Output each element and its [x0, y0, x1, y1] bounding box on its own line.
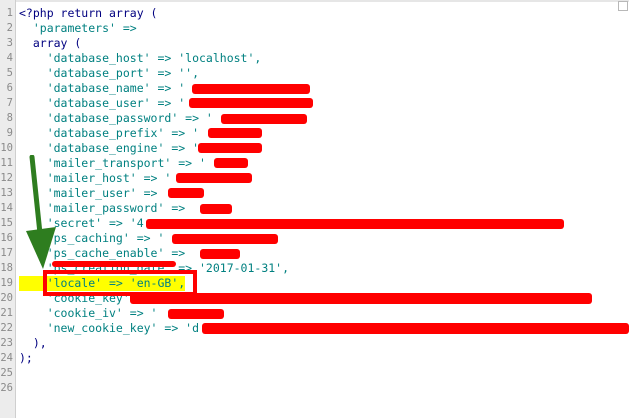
line-number: 7: [6, 97, 13, 109]
code-line: 23 ),: [0, 336, 629, 351]
code-line: 7 'database_user' => ': [0, 96, 629, 111]
annotation-arrow-icon: [26, 155, 56, 269]
code-line: 6 'database_name' => ': [0, 81, 629, 96]
redaction-mark: [221, 114, 307, 124]
redaction-mark: [202, 323, 629, 334]
line-number: 12: [0, 172, 13, 184]
code-line: 14 'mailer_password' =>: [0, 201, 629, 216]
redaction-mark: [189, 98, 313, 108]
redaction-mark: [198, 143, 262, 153]
line-text: <?php return array (: [19, 6, 158, 20]
line-number: 3: [6, 37, 13, 49]
code-line: 12 'mailer_host' => ': [0, 171, 629, 186]
redaction-mark: [200, 204, 232, 214]
redaction-mark: [214, 158, 248, 168]
redaction-mark: [130, 293, 592, 304]
code-line: 24);: [0, 351, 629, 366]
line-number: 20: [0, 292, 13, 304]
code-line: 11 'mailer_transport' => ': [0, 156, 629, 171]
code-line: 1 <?php return array (: [0, 6, 629, 21]
code-line: 10 'database_engine' => ': [0, 141, 629, 156]
line-number: 13: [0, 187, 13, 199]
code-line: 17 'ps_cache_enable' =>: [0, 246, 629, 261]
redaction-mark: [192, 84, 310, 94]
line-number: 1: [6, 7, 13, 19]
code-line: 2 'parameters' =>: [0, 21, 629, 36]
code-line: 25: [0, 366, 629, 381]
code-line: 5 'database_port' => '',: [0, 66, 629, 81]
redaction-mark: [172, 234, 278, 244]
line-number: 5: [6, 67, 13, 79]
code-line: 16 'ps_caching' => ': [0, 231, 629, 246]
line-number: 24: [0, 352, 13, 364]
line-number: 2: [6, 22, 13, 34]
code-line: 3 array (: [0, 36, 629, 51]
line-number: 15: [0, 217, 13, 229]
redaction-mark: [146, 219, 564, 229]
line-text: 'new_cookie_key' => 'd: [19, 321, 200, 335]
redaction-mark: [52, 261, 176, 267]
line-text: 'database_host' => 'localhost',: [19, 51, 262, 65]
line-text: 'cookie_iv' => ': [19, 306, 158, 320]
line-number: 4: [6, 52, 13, 64]
code-line: 9 'database_prefix' => ': [0, 126, 629, 141]
code-line: 4 'database_host' => 'localhost',: [0, 51, 629, 66]
code-line: 21 'cookie_iv' => ': [0, 306, 629, 321]
redaction-mark: [168, 309, 224, 319]
line-text: 'database_name' => ': [19, 81, 186, 95]
line-text: array (: [19, 36, 82, 50]
line-number: 19: [0, 277, 13, 289]
highlight-box: [43, 270, 197, 296]
line-number: 11: [0, 157, 13, 169]
redaction-mark: [208, 128, 262, 138]
redaction-mark: [200, 249, 240, 259]
line-number: 23: [0, 337, 13, 349]
line-number: 14: [0, 202, 13, 214]
redaction-mark: [176, 173, 252, 183]
line-number: 16: [0, 232, 13, 244]
line-text: 'database_engine' => ': [19, 141, 200, 155]
line-text: 'database_user' => ': [19, 96, 186, 110]
line-number: 6: [6, 82, 13, 94]
line-text: 'database_port' => '',: [19, 66, 200, 80]
editor-top-strip: [0, 0, 629, 2]
line-number: 18: [0, 262, 13, 274]
code-editor[interactable]: 1 <?php return array ( 2 'parameters' => …: [0, 0, 629, 418]
line-number: 17: [0, 247, 13, 259]
line-text: );: [19, 351, 33, 365]
line-number: 25: [0, 367, 13, 379]
line-text: ),: [19, 336, 47, 350]
code-line: 26: [0, 381, 629, 396]
line-number: 21: [0, 307, 13, 319]
line-text: 'database_password' => ': [19, 111, 213, 125]
line-number: 9: [6, 127, 13, 139]
line-number: 10: [0, 142, 13, 154]
line-text: 'parameters' =>: [19, 21, 137, 35]
code-line: 13 'mailer_user' =>: [0, 186, 629, 201]
line-number: 8: [6, 112, 13, 124]
line-text: 'database_prefix' => ': [19, 126, 200, 140]
line-number: 26: [0, 382, 13, 394]
line-number: 22: [0, 322, 13, 334]
redaction-mark: [168, 188, 204, 198]
code-line: 8 'database_password' => ': [0, 111, 629, 126]
